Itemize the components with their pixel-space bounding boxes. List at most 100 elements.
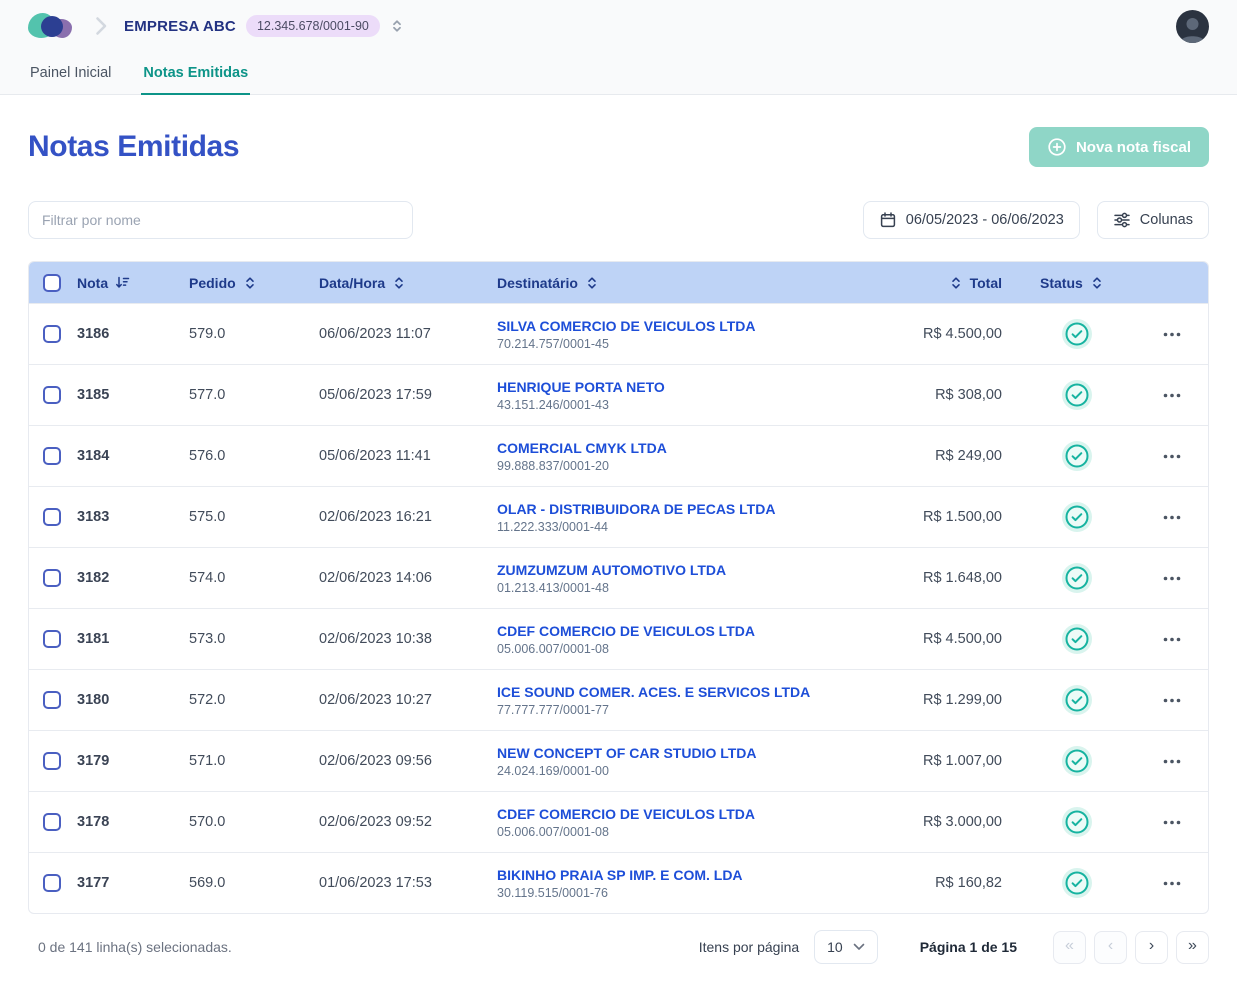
row-checkbox[interactable] [43,508,61,526]
row-actions-button[interactable] [1157,753,1187,770]
sort-chevrons-icon [949,275,963,291]
row-actions-button[interactable] [1157,875,1187,892]
nota-cell: 3183 [77,509,189,525]
column-header-pedido[interactable]: Pedido [189,275,319,291]
total-cell: R$ 1.500,00 [922,509,1040,525]
sort-descending-icon [115,275,130,290]
total-cell: R$ 308,00 [922,387,1040,403]
row-actions-button[interactable] [1157,509,1187,526]
destinatario-link[interactable]: HENRIQUE PORTA NETO [497,379,922,395]
nota-cell: 3180 [77,692,189,708]
table-row: 3185 577.0 05/06/2023 17:59 HENRIQUE POR… [29,364,1208,425]
row-checkbox[interactable] [43,325,61,343]
calendar-icon [879,211,897,229]
first-page-button[interactable]: « [1053,931,1086,964]
logo-blob-navy [41,16,63,37]
destinatario-cnpj: 05.006.007/0001-08 [497,642,922,656]
status-header-label: Status [1040,275,1083,291]
total-cell: R$ 160,82 [922,875,1040,891]
row-actions-button[interactable] [1157,570,1187,587]
last-page-button[interactable]: » [1176,931,1209,964]
next-page-button[interactable]: › [1135,931,1168,964]
pedido-cell: 573.0 [189,631,319,647]
destinatario-link[interactable]: BIKINHO PRAIA SP IMP. E COM. LDA [497,867,922,883]
company-switcher-icon[interactable] [390,18,404,34]
row-checkbox[interactable] [43,752,61,770]
row-actions-button[interactable] [1157,387,1187,404]
datahora-header-label: Data/Hora [319,275,385,291]
company-name: EMPRESA ABC [124,18,236,35]
pagination: « ‹ › » [1053,931,1209,964]
destinatario-cnpj: 05.006.007/0001-08 [497,825,922,839]
ellipsis-icon [1163,454,1181,459]
destinatario-cnpj: 24.024.169/0001-00 [497,764,922,778]
table-row: 3177 569.0 01/06/2023 17:53 BIKINHO PRAI… [29,852,1208,913]
table-row: 3182 574.0 02/06/2023 14:06 ZUMZUMZUM AU… [29,547,1208,608]
new-invoice-label: Nova nota fiscal [1076,139,1191,156]
status-authorized-icon [1062,807,1092,837]
nota-cell: 3177 [77,875,189,891]
total-cell: R$ 3.000,00 [922,814,1040,830]
items-per-page-select[interactable]: 10 [814,930,878,964]
column-header-status[interactable]: Status [1040,275,1136,291]
columns-button[interactable]: Colunas [1097,201,1209,239]
column-header-nota[interactable]: Nota [77,275,189,291]
ellipsis-icon [1163,332,1181,337]
datahora-cell: 02/06/2023 16:21 [319,509,497,525]
row-actions-button[interactable] [1157,448,1187,465]
table-row: 3186 579.0 06/06/2023 11:07 SILVA COMERC… [29,303,1208,364]
row-checkbox[interactable] [43,813,61,831]
ellipsis-icon [1163,820,1181,825]
total-cell: R$ 249,00 [922,448,1040,464]
row-checkbox[interactable] [43,386,61,404]
nota-header-label: Nota [77,275,108,291]
row-checkbox[interactable] [43,874,61,892]
table-row: 3183 575.0 02/06/2023 16:21 OLAR - DISTR… [29,486,1208,547]
ellipsis-icon [1163,515,1181,520]
datahora-cell: 05/06/2023 17:59 [319,387,497,403]
row-actions-button[interactable] [1157,692,1187,709]
pedido-cell: 575.0 [189,509,319,525]
table-footer: 0 de 141 linha(s) selecionadas. Itens po… [28,930,1209,984]
destinatario-link[interactable]: ICE SOUND COMER. ACES. E SERVICOS LTDA [497,684,922,700]
destinatario-link[interactable]: CDEF COMERCIO DE VEICULOS LTDA [497,806,922,822]
date-range-button[interactable]: 06/05/2023 - 06/06/2023 [863,201,1080,239]
status-authorized-icon [1062,502,1092,532]
row-checkbox[interactable] [43,569,61,587]
row-checkbox[interactable] [43,447,61,465]
filter-name-input[interactable] [28,201,413,239]
destinatario-link[interactable]: CDEF COMERCIO DE VEICULOS LTDA [497,623,922,639]
user-avatar[interactable] [1176,10,1209,43]
row-checkbox[interactable] [43,630,61,648]
row-checkbox[interactable] [43,691,61,709]
total-cell: R$ 1.007,00 [922,753,1040,769]
destinatario-link[interactable]: NEW CONCEPT OF CAR STUDIO LTDA [497,745,922,761]
destinatario-cnpj: 99.888.837/0001-20 [497,459,922,473]
status-authorized-icon [1062,868,1092,898]
destinatario-link[interactable]: SILVA COMERCIO DE VEICULOS LTDA [497,318,922,334]
row-actions-button[interactable] [1157,631,1187,648]
column-header-destinatario[interactable]: Destinatário [497,275,922,291]
pedido-cell: 570.0 [189,814,319,830]
destinatario-link[interactable]: COMERCIAL CMYK LTDA [497,440,922,456]
invoices-table: Nota Pedido Data/Hora Destinatário Total… [28,261,1209,914]
column-header-total[interactable]: Total [922,275,1040,291]
status-authorized-icon [1062,441,1092,471]
new-invoice-button[interactable]: Nova nota fiscal [1029,127,1209,167]
destinatario-link[interactable]: OLAR - DISTRIBUIDORA DE PECAS LTDA [497,501,922,517]
tab-painel-inicial[interactable]: Painel Inicial [28,52,113,95]
row-actions-button[interactable] [1157,326,1187,343]
row-actions-button[interactable] [1157,814,1187,831]
tab-notas-emitidas[interactable]: Notas Emitidas [141,52,250,95]
ellipsis-icon [1163,637,1181,642]
nota-cell: 3186 [77,326,189,342]
nota-cell: 3185 [77,387,189,403]
select-all-checkbox[interactable] [43,274,61,292]
status-authorized-icon [1062,563,1092,593]
datahora-cell: 06/06/2023 11:07 [319,326,497,342]
destinatario-cnpj: 11.222.333/0001-44 [497,520,922,534]
destinatario-link[interactable]: ZUMZUMZUM AUTOMOTIVO LTDA [497,562,922,578]
column-header-datahora[interactable]: Data/Hora [319,275,497,291]
previous-page-button[interactable]: ‹ [1094,931,1127,964]
pedido-cell: 577.0 [189,387,319,403]
